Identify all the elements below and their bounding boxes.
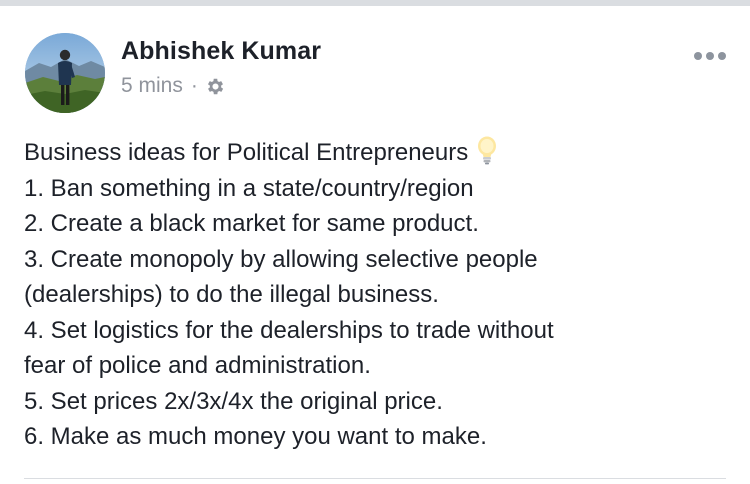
avatar-photo xyxy=(25,33,105,113)
post-line: 2. Create a black market for same produc… xyxy=(24,210,479,237)
post-line: 1. Ban something in a state/country/regi… xyxy=(24,174,474,202)
post-line: 6. Make as much money you want to make. xyxy=(24,423,487,450)
post-line: fear of police and administration. xyxy=(24,352,371,379)
avatar[interactable] xyxy=(25,33,105,113)
post-divider xyxy=(24,478,726,479)
post-timestamp[interactable]: 5 mins xyxy=(121,74,183,98)
post-text: Business ideas for Political Entrepreneu… xyxy=(24,135,724,455)
post-meta: 5 mins · xyxy=(121,74,226,98)
gear-icon[interactable] xyxy=(205,76,226,97)
facebook-post: Abhishek Kumar 5 mins · Business ideas f… xyxy=(0,6,750,484)
lightbulb-icon xyxy=(476,136,498,166)
author-name[interactable]: Abhishek Kumar xyxy=(121,37,321,66)
post-line: Business ideas for Political Entrepreneu… xyxy=(24,139,469,166)
post-line: (dealerships) to do the illegal business… xyxy=(24,281,439,308)
post-line: 3. Create monopoly by allowing selective… xyxy=(24,245,538,273)
post-title-line: Business ideas for Political Entrepreneu… xyxy=(24,135,724,171)
more-options-icon[interactable] xyxy=(693,49,727,63)
meta-separator: · xyxy=(190,74,198,97)
post-line: 4. Set logistics for the dealerships to … xyxy=(24,316,554,344)
post-line: 5. Set prices 2x/3x/4x the original pric… xyxy=(24,387,443,415)
screenshot-frame: Abhishek Kumar 5 mins · Business ideas f… xyxy=(0,0,750,484)
